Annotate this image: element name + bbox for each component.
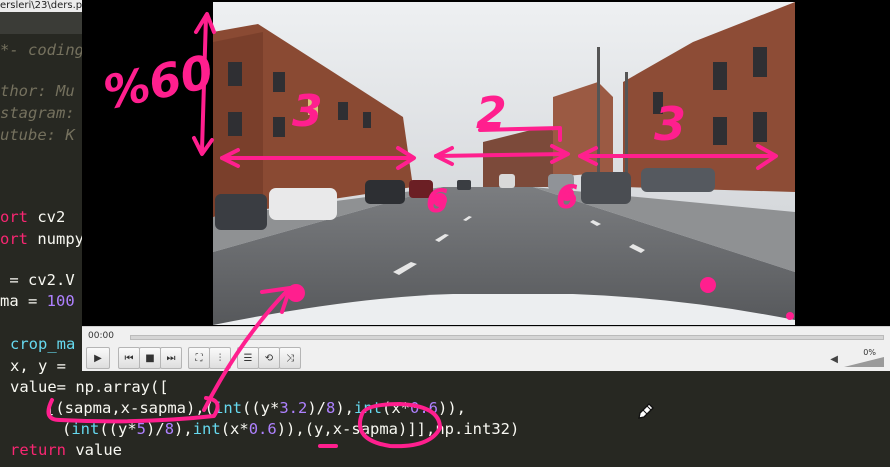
previous-button[interactable]: ⏮ — [118, 347, 140, 369]
code-keyword: return — [10, 441, 66, 459]
code-number: 0.6 — [248, 420, 277, 438]
code-builtin: int — [192, 420, 221, 438]
fullscreen-button[interactable]: ⛶ — [188, 347, 210, 369]
code-text: value — [66, 441, 122, 459]
code-line-row1: [(sapma,x-sapma),(int((y*3.2)/8),int(x*0… — [46, 398, 466, 418]
video-frame[interactable] — [213, 2, 795, 325]
stop-button[interactable]: ■ — [139, 347, 161, 369]
volume-level: 0% — [863, 348, 876, 357]
code-builtin: int — [354, 399, 382, 417]
code-text: )), — [438, 399, 466, 417]
code-text: ), — [335, 399, 354, 417]
code-text: cv2 — [28, 208, 66, 226]
loop-button[interactable]: ⟲ — [258, 347, 280, 369]
media-player-window[interactable]: 00:00 ▶ ⏮ ■ ⏭ ⛶ ⫶ ☰ ⟲ ⤨ ◀ 0% — [82, 0, 890, 371]
code-number: 5 — [136, 420, 147, 438]
extended-settings-button[interactable]: ⫶ — [209, 347, 231, 369]
fullscreen-icon: ⛶ — [195, 352, 203, 364]
pencil-cursor-icon — [638, 403, 654, 419]
code-text: ), — [174, 420, 193, 438]
previous-icon: ⏮ — [124, 352, 134, 364]
volume-slider[interactable] — [844, 357, 884, 367]
code-text: )/ — [307, 399, 326, 417]
code-text: ma = — [0, 292, 47, 310]
speaker-icon[interactable]: ◀ — [830, 354, 838, 365]
playlist-icon: ☰ — [243, 352, 253, 364]
code-line-import-numpy: ort numpy — [0, 229, 84, 249]
code-text: ((y* — [99, 420, 137, 438]
playlist-button[interactable]: ☰ — [237, 347, 259, 369]
code-line-xy: x, y = — [10, 357, 76, 375]
elapsed-time: 00:00 — [88, 331, 114, 341]
code-builtin: int — [71, 420, 100, 438]
editor-toolbar — [0, 12, 82, 34]
code-number: 100 — [46, 292, 75, 310]
play-button[interactable]: ▶ — [86, 347, 110, 369]
code-text: )/ — [146, 420, 165, 438]
code-text: ( — [62, 420, 72, 438]
code-line-sapma: ma = 100 — [0, 291, 75, 311]
code-text: [(sapma,x-sapma),( — [46, 399, 214, 417]
code-number: 8 — [325, 399, 336, 417]
code-line-return: return value — [10, 440, 122, 460]
code-text: numpy — [28, 230, 84, 248]
code-line-instagram: stagram: — [0, 104, 84, 122]
code-line-value: value= np.array([ — [10, 378, 169, 396]
code-text: (x* — [382, 399, 410, 417]
code-number: 8 — [164, 420, 175, 438]
next-button[interactable]: ⏭ — [160, 347, 182, 369]
code-line-crop-def: crop_ma — [10, 335, 76, 353]
code-line-import-cv2: ort cv2 — [0, 207, 65, 227]
code-text: )),(y,x-sapma)]],np.int32) — [276, 420, 520, 438]
code-number: 3.2 — [279, 399, 308, 417]
code-line-author: thor: Mu — [0, 82, 75, 100]
road-video-image — [213, 2, 795, 325]
player-controls: 00:00 ▶ ⏮ ■ ⏭ ⛶ ⫶ ☰ ⟲ ⤨ ◀ 0% — [82, 326, 890, 371]
code-text: (x* — [220, 420, 249, 438]
shuffle-button[interactable]: ⤨ — [279, 347, 301, 369]
code-keyword: ort — [0, 208, 28, 226]
code-line-coding: *- coding — [0, 41, 84, 59]
code-text: ((y* — [241, 399, 280, 417]
extended-settings-icon: ⫶ — [218, 352, 222, 364]
code-line-youtube: utube: K — [0, 126, 75, 144]
code-keyword: ort — [0, 230, 28, 248]
seek-bar[interactable] — [130, 335, 884, 340]
code-builtin: int — [213, 399, 242, 417]
play-icon: ▶ — [94, 352, 102, 364]
shuffle-icon: ⤨ — [286, 352, 294, 364]
editor-tab-title[interactable]: ersleri\23\ders.py — [0, 0, 82, 12]
code-number: 0.6 — [410, 399, 438, 417]
next-icon: ⏭ — [166, 352, 176, 364]
loop-icon: ⟲ — [264, 352, 274, 364]
code-line-cap: = cv2.V — [0, 271, 75, 289]
stop-icon: ■ — [145, 352, 155, 364]
code-line-row2: (int((y*5)/8),int(x*0.6)),(y,x-sapma)]],… — [62, 419, 519, 439]
